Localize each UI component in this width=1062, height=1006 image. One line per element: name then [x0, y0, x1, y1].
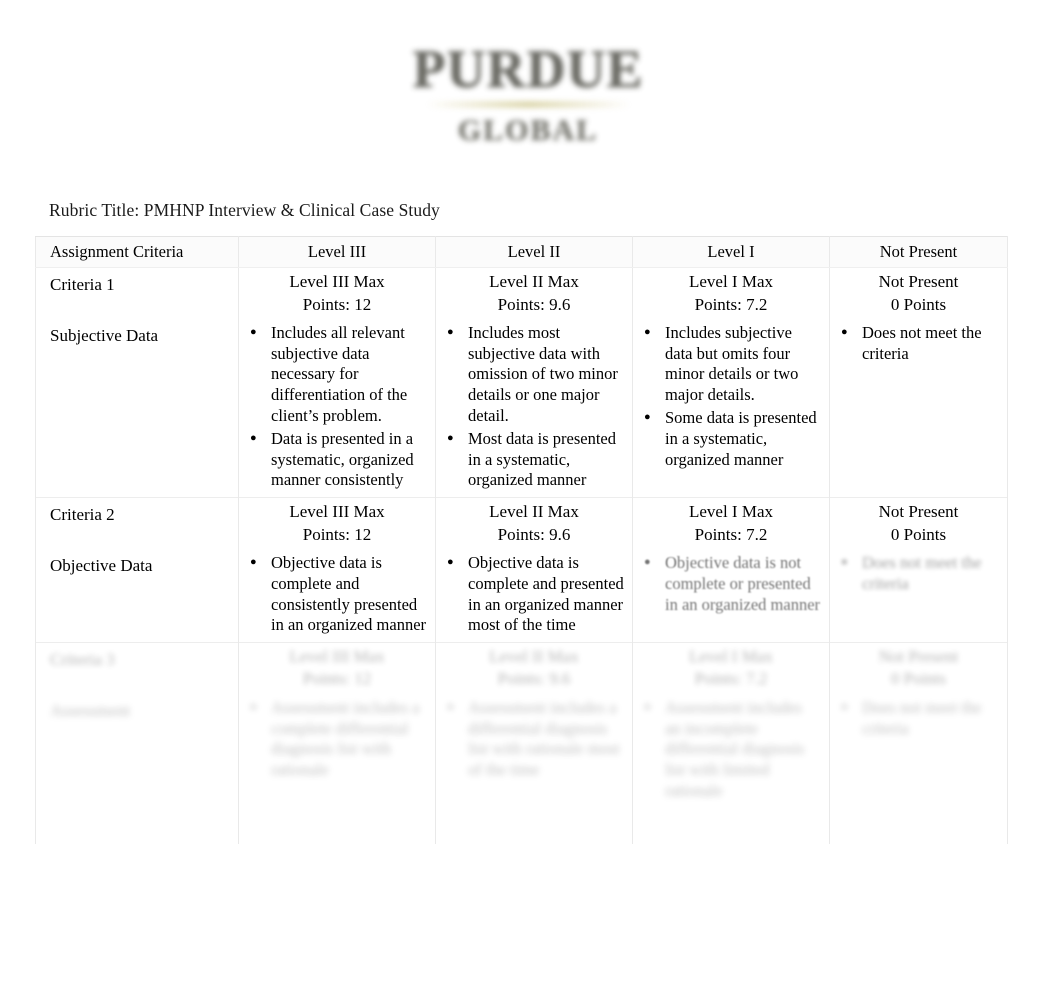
list-item: Objective data is complete and presented… [447, 552, 624, 636]
criteria-3-notpresent-bullets: Does not meet the criteria [830, 697, 1007, 740]
criteria-1-notpresent-bullets: Does not meet the criteria [830, 322, 1007, 365]
criteria-1-level3-points: Points: 12 [302, 294, 372, 314]
criteria-3-level1-bullets: Assessment includes an incomplete differ… [633, 697, 829, 802]
list-item: Includes subjective data but omits four … [644, 322, 821, 406]
list-item: Objective data is not complete or presen… [644, 552, 821, 615]
criteria-3-number: Criteria 3 [50, 650, 115, 670]
list-item: Assessment includes a differential diagn… [447, 697, 624, 781]
rubric-table: Assignment Criteria Level III Level II L… [35, 235, 1008, 844]
criteria-1-number: Criteria 1 [50, 275, 115, 295]
list-item: Includes all relevant subjective data ne… [250, 322, 427, 427]
criteria-1-level3-max: Level III Max [289, 272, 385, 292]
list-item: Objective data is complete and consisten… [250, 552, 427, 636]
list-item: Does not meet the criteria [841, 697, 999, 740]
criteria-2-level2-max: Level II Max [489, 502, 579, 522]
criteria-2-level1-points: Points: 7.2 [694, 524, 768, 544]
criteria-1-level3-bullets: Includes all relevant subjective data ne… [239, 322, 435, 491]
criteria-3-level3-points: Points: 12 [302, 669, 372, 689]
criteria-1-level2-max: Level II Max [489, 272, 579, 292]
criteria-2-notpresent-bullets: Does not meet the criteria [830, 552, 1007, 595]
criteria-3-name: Assessment [50, 700, 131, 720]
criteria-1-level1-bullets: Includes subjective data but omits four … [633, 322, 829, 470]
criteria-1-level1-points: Points: 7.2 [694, 294, 768, 314]
criteria-3-points-row: Criteria 3 Level III Max Points: 12 Leve… [35, 642, 1008, 694]
table-header-row: Assignment Criteria Level III Level II L… [35, 235, 1008, 269]
criteria-1-name: Subjective Data [50, 325, 159, 345]
list-item: Assessment includes an incomplete differ… [644, 697, 821, 802]
criteria-3-level3-max: Level III Max [289, 647, 385, 667]
logo-sub-text: Global [457, 114, 599, 148]
criteria-1-level2-points: Points: 9.6 [497, 294, 571, 314]
purdue-global-logo: Purdue Global [412, 38, 644, 148]
list-item: Includes most subjective data with omiss… [447, 322, 624, 427]
criteria-2-level2-bullets: Objective data is complete and presented… [436, 552, 632, 636]
logo-container: Purdue Global [0, 0, 1062, 180]
criteria-3-level2-bullets: Assessment includes a differential diagn… [436, 697, 632, 781]
list-item: Does not meet the criteria [841, 322, 999, 365]
table-row: Objective Data Objective data is complet… [35, 548, 1008, 643]
criteria-2-level2-points: Points: 9.6 [497, 524, 571, 544]
criteria-2-level3-max: Level III Max [289, 502, 385, 522]
table-row: Subjective Data Includes all relevant su… [35, 318, 1008, 498]
header-assignment-criteria: Assignment Criteria [50, 242, 184, 261]
criteria-1-notpresent-points: 0 Points [890, 294, 947, 314]
criteria-3-level3-bullets: Assessment includes a complete different… [239, 697, 435, 781]
criteria-3-level2-points: Points: 9.6 [497, 669, 571, 689]
criteria-2-level3-bullets: Objective data is complete and consisten… [239, 552, 435, 636]
criteria-2-number: Criteria 2 [50, 505, 115, 525]
criteria-2-name: Objective Data [50, 555, 153, 575]
criteria-2-level3-points: Points: 12 [302, 524, 372, 544]
list-item: Assessment includes a complete different… [250, 697, 427, 781]
list-item: Most data is presented in a systematic, … [447, 428, 624, 491]
header-not-present: Not Present [879, 242, 958, 261]
criteria-2-level1-max: Level I Max [688, 502, 774, 522]
criteria-3-level1-points: Points: 7.2 [694, 669, 768, 689]
criteria-2-notpresent-points: 0 Points [890, 524, 947, 544]
logo-main-text: Purdue [412, 38, 644, 99]
list-item: Some data is presented in a systematic, … [644, 407, 821, 470]
criteria-1-points-row: Criteria 1 Level III Max Points: 12 Leve… [35, 267, 1008, 319]
criteria-3-level2-max: Level II Max [489, 647, 579, 667]
criteria-2-level1-bullets: Objective data is not complete or presen… [633, 552, 829, 615]
criteria-3-level1-max: Level I Max [688, 647, 774, 667]
criteria-3-notpresent-max: Not Present [878, 647, 959, 667]
header-level-3: Level III [307, 242, 367, 261]
header-level-1: Level I [707, 242, 755, 261]
header-level-2: Level II [507, 242, 561, 261]
logo-divider [425, 101, 631, 109]
criteria-1-level2-bullets: Includes most subjective data with omiss… [436, 322, 632, 491]
table-row: Assessment Assessment includes a complet… [35, 693, 1008, 844]
criteria-1-level1-max: Level I Max [688, 272, 774, 292]
page-title: Rubric Title: PMHNP Interview & Clinical… [49, 200, 440, 220]
document-page: { "logo": { "main": "Purdue", "sub": "Gl… [0, 0, 1062, 1006]
criteria-1-notpresent-max: Not Present [878, 272, 959, 292]
list-item: Data is presented in a systematic, organ… [250, 428, 427, 491]
criteria-3-notpresent-points: 0 Points [890, 669, 947, 689]
criteria-2-notpresent-max: Not Present [878, 502, 959, 522]
criteria-2-points-row: Criteria 2 Level III Max Points: 12 Leve… [35, 497, 1008, 549]
list-item: Does not meet the criteria [841, 552, 999, 595]
